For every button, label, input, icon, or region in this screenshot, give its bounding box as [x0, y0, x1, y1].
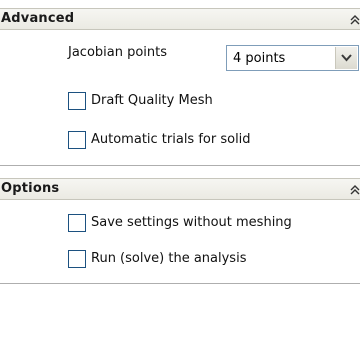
run-analysis-label[interactable]: Run (solve) the analysis [91, 251, 246, 266]
options-section-header[interactable]: Options [0, 178, 360, 200]
save-settings-checkbox[interactable] [68, 214, 86, 232]
jacobian-points-select[interactable]: 4 points [226, 45, 359, 71]
save-settings-label[interactable]: Save settings without meshing [91, 215, 292, 230]
run-analysis-checkbox[interactable] [68, 250, 86, 268]
double-chevron-up-icon[interactable] [348, 182, 360, 196]
advanced-section: Advanced Jacobian points 4 points Draft … [0, 8, 360, 166]
double-chevron-up-icon[interactable] [348, 12, 360, 26]
automatic-trials-label[interactable]: Automatic trials for solid [91, 132, 251, 147]
options-section-title: Options [1, 181, 60, 196]
mesh-property-pane: Advanced Jacobian points 4 points Draft … [0, 0, 360, 358]
automatic-trials-checkbox[interactable] [68, 131, 86, 149]
advanced-section-title: Advanced [1, 11, 75, 26]
chevron-down-icon[interactable] [335, 47, 357, 69]
draft-quality-mesh-checkbox[interactable] [68, 92, 86, 110]
advanced-section-header[interactable]: Advanced [0, 8, 360, 30]
draft-quality-mesh-label[interactable]: Draft Quality Mesh [91, 93, 213, 108]
jacobian-points-label: Jacobian points [68, 45, 168, 60]
options-section: Options Save settings without meshing Ru… [0, 178, 360, 284]
jacobian-points-value: 4 points [233, 51, 286, 66]
